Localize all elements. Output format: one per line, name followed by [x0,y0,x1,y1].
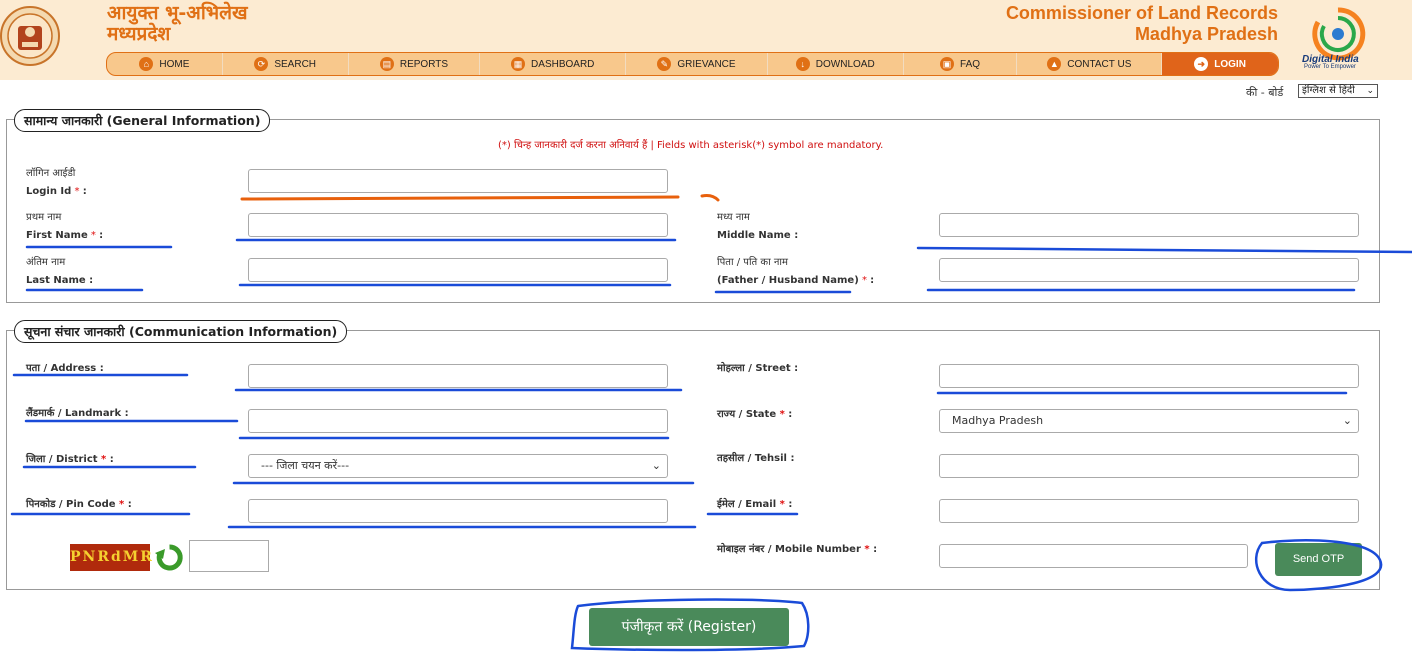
chevron-down-icon: ⌄ [1366,86,1374,96]
mobile-label: मोबाइल नंबर / Mobile Number * : [717,544,878,555]
login-id-label: लॉगिन आईडी Login Id * : [26,165,87,201]
last-name-label-hi: अंतिम नाम [26,257,66,268]
nav-label: HOME [159,58,190,70]
middle-name-label-en: Middle Name : [717,230,799,241]
login-id-label-hi: लॉगिन आईडी [26,168,76,179]
chevron-down-icon: ⌄ [651,459,661,472]
general-info-legend: सामान्य जानकारी (General Information) [14,109,271,132]
download-icon: ↓ [795,57,810,71]
mobile-label-text: मोबाइल नंबर / Mobile Number [717,544,861,555]
email-label-text: ईमेल / Email [717,499,777,510]
nav-reports[interactable]: ▤ REPORTS [349,53,481,75]
email-label: ईमेल / Email * : [717,499,793,510]
nav-faq[interactable]: ▣ FAQ [904,53,1018,75]
send-otp-button[interactable]: Send OTP [1275,543,1362,576]
nav-label: DASHBOARD [531,58,595,70]
tehsil-label: तहसील / Tehsil : [717,453,795,464]
nav-label: SEARCH [274,58,317,70]
nav-label: LOGIN [1214,58,1246,70]
last-name-label: अंतिम नाम Last Name : [26,254,93,290]
father-name-label-hi: पिता / पति का नाम [717,257,789,268]
digital-india-tagline: Power To Empower [1304,64,1356,70]
nav-download[interactable]: ↓ DOWNLOAD [768,53,904,75]
state-select[interactable]: Madhya Pradesh ⌄ [939,409,1359,433]
district-select[interactable]: --- जिला चयन करें--- ⌄ [248,454,668,478]
hindi-title: आयुक्त भू-अभिलेख मध्यप्रदेश [107,2,248,45]
nav-search[interactable]: ⟳ SEARCH [223,53,349,75]
street-input[interactable] [939,364,1359,388]
keyboard-select[interactable]: इंग्लिश से हिंदी ⌄ [1298,84,1378,98]
father-name-label-en: (Father / Husband Name) [717,275,859,286]
street-label: मोहल्ला / Street : [717,363,799,374]
site-header: आयुक्त भू-अभिलेख मध्यप्रदेश Commissioner… [0,0,1412,80]
nav-label: DOWNLOAD [815,58,875,70]
nav-login[interactable]: ➜ LOGIN [1162,53,1278,75]
keyboard-selected-value: इंग्लिश से हिंदी [1302,85,1355,96]
refresh-captcha-icon[interactable] [155,543,184,572]
first-name-input[interactable] [248,213,668,237]
dashboard-icon: ▦ [511,57,526,71]
state-label-text: राज्य / State [717,409,777,420]
mp-state-emblem-icon [0,6,60,66]
middle-name-label-hi: मध्य नाम [717,212,750,223]
faq-icon: ▣ [940,57,955,71]
father-name-input[interactable] [939,258,1359,282]
nav-label: GRIEVANCE [677,58,736,70]
address-input[interactable] [248,364,668,388]
captcha-image: PNRdMR [70,544,152,571]
nav-grievance[interactable]: ✎ GRIEVANCE [626,53,768,75]
english-title: Commissioner of Land Records Madhya Prad… [1005,3,1278,44]
main-nav: ⌂ HOME ⟳ SEARCH ▤ REPORTS ▦ DASHBOARD ✎ GRIEV… [106,52,1279,76]
registration-page: आयुक्त भू-अभिलेख मध्यप्रदेश Commissioner… [0,0,1412,653]
last-name-input[interactable] [248,258,668,282]
nav-home[interactable]: ⌂ HOME [107,53,223,75]
communication-info-legend: सूचना संचार जानकारी (Communication Infor… [14,320,348,343]
login-id-label-en: Login Id [26,186,72,197]
login-id-input[interactable] [248,169,668,193]
district-label-text: जिला / District [26,454,98,465]
mobile-input[interactable] [939,544,1248,568]
middle-name-input[interactable] [939,213,1359,237]
mandatory-note: (*) चिन्ह जानकारी दर्ज करना अनिवार्य हैं… [498,140,884,151]
landmark-input[interactable] [248,409,668,433]
register-button[interactable]: पंजीकृत करें (Register) [589,608,789,646]
captcha-input[interactable] [189,540,269,572]
district-label: जिला / District * : [26,454,114,465]
nav-contact-us[interactable]: ▲ CONTACT US [1017,53,1163,75]
pincode-input[interactable] [248,499,668,523]
keyboard-label: की - बोर्ड [1246,86,1284,99]
nav-label: CONTACT US [1067,58,1132,70]
district-placeholder: --- जिला चयन करें--- [261,459,350,472]
pincode-label: पिनकोड / Pin Code * : [26,499,132,510]
first-name-label-en: First Name [26,230,88,241]
pincode-label-text: पिनकोड / Pin Code [26,499,116,510]
last-name-label-en: Last Name : [26,275,94,286]
middle-name-label: मध्य नाम Middle Name : [717,209,798,245]
nav-label: FAQ [960,58,981,70]
grievance-icon: ✎ [657,57,672,71]
father-name-label: पिता / पति का नाम (Father / Husband Name… [717,254,874,290]
first-name-label-hi: प्रथम नाम [26,212,62,223]
nav-label: REPORTS [399,58,449,70]
chevron-down-icon: ⌄ [1342,414,1352,427]
search-icon: ⟳ [254,57,269,71]
state-label: राज्य / State * : [717,409,793,420]
tehsil-input[interactable] [939,454,1359,478]
login-icon: ➜ [1194,57,1209,71]
landmark-label: लैंडमार्क / Landmark : [26,408,129,419]
nav-dashboard[interactable]: ▦ DASHBOARD [480,53,627,75]
first-name-label: प्रथम नाम First Name * : [26,209,103,245]
contact-icon: ▲ [1047,57,1062,71]
state-selected-value: Madhya Pradesh [952,414,1044,427]
email-input[interactable] [939,499,1359,523]
reports-icon: ▤ [379,57,394,71]
address-label: पता / Address : [26,363,104,374]
home-icon: ⌂ [139,57,154,71]
